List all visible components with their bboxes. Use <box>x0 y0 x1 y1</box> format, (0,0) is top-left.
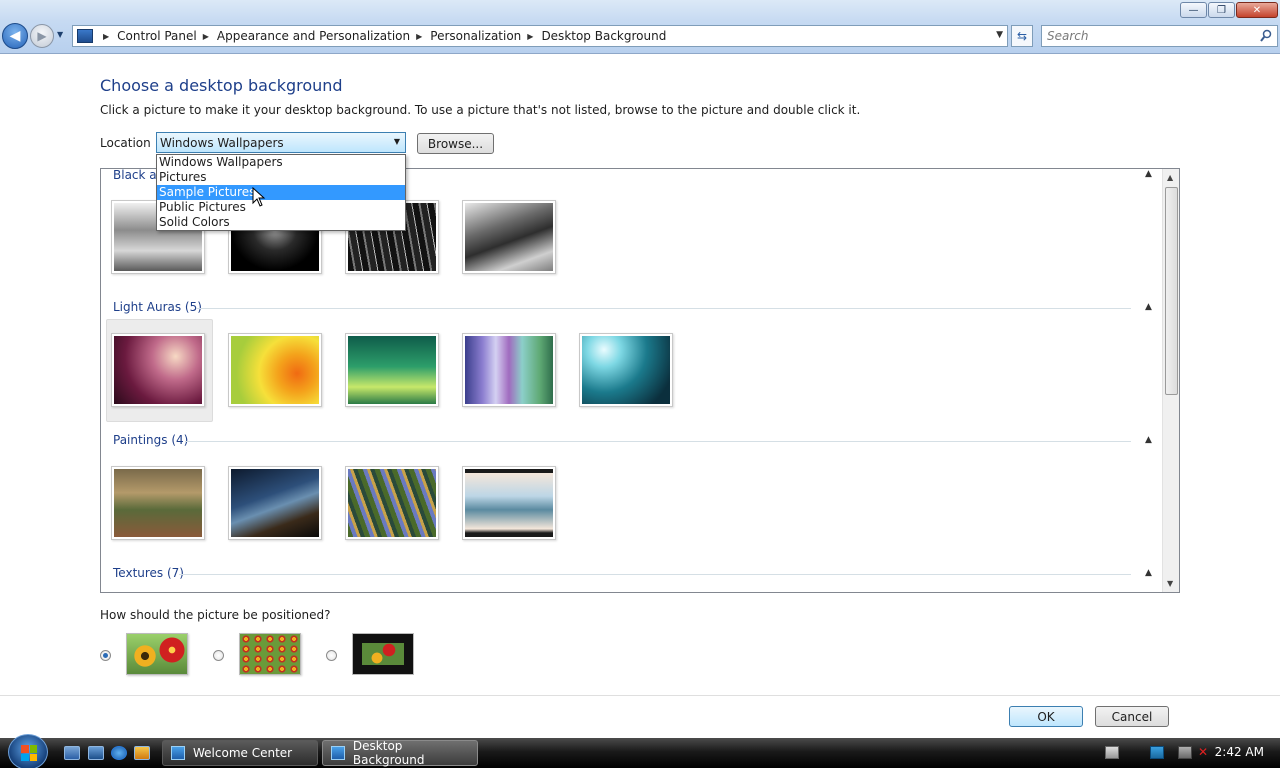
group-header-light-auras[interactable]: Light Auras (5) <box>113 300 202 314</box>
wallpaper-thumbnail[interactable] <box>111 466 205 540</box>
media-player-icon[interactable] <box>134 746 150 760</box>
wallpaper-thumbnail[interactable] <box>462 466 556 540</box>
arrow-right-icon: ▶ <box>37 29 47 43</box>
group-divider <box>179 574 1131 575</box>
refresh-button[interactable]: ⇆ <box>1011 25 1033 47</box>
ok-button[interactable]: OK <box>1009 706 1083 727</box>
cancel-button[interactable]: Cancel <box>1095 706 1169 727</box>
task-label: Welcome Center <box>193 746 293 760</box>
position-fit-radio[interactable] <box>100 650 111 661</box>
start-button[interactable] <box>8 734 48 768</box>
network-icon[interactable] <box>1178 746 1192 759</box>
group-divider <box>185 441 1131 442</box>
location-label: Location <box>100 136 151 150</box>
group-divider <box>196 308 1131 309</box>
taskbar-item-welcome-center[interactable]: Welcome Center <box>162 740 318 766</box>
task-label: Desktop Background <box>352 739 425 767</box>
breadcrumb-separator-icon[interactable]: ▶ <box>416 32 422 41</box>
main-content: Choose a desktop background Click a pict… <box>0 55 1280 727</box>
collapse-arrow-icon[interactable]: ▲ <box>1145 169 1152 179</box>
breadcrumb-separator-icon[interactable]: ▶ <box>103 32 109 41</box>
close-button[interactable]: ✕ <box>1236 2 1278 18</box>
browse-button[interactable]: Browse... <box>417 133 494 154</box>
breadcrumb-personalization[interactable]: Personalization <box>430 29 521 43</box>
scroll-down-icon[interactable]: ▼ <box>1167 579 1173 588</box>
dropdown-option-windows-wallpapers[interactable]: Windows Wallpapers <box>157 155 405 170</box>
forward-button[interactable]: ▶ <box>30 24 54 48</box>
breadcrumb-separator-icon[interactable]: ▶ <box>527 32 533 41</box>
volume-muted-icon[interactable]: ✕ <box>1198 746 1212 759</box>
control-panel-icon <box>77 29 93 43</box>
address-bar[interactable]: ▶ Control Panel ▶ Appearance and Persona… <box>72 25 1008 47</box>
wallpaper-thumbnail[interactable] <box>579 333 673 407</box>
group-label: Light Auras (5) <box>113 300 202 314</box>
taskbar: Welcome Center Desktop Background ✕ 2:42… <box>0 734 1280 768</box>
windows-logo-icon <box>21 745 37 761</box>
switch-windows-icon[interactable] <box>88 746 104 760</box>
mouse-cursor-icon <box>252 187 266 207</box>
arrow-left-icon: ◀ <box>9 28 21 44</box>
window-controls: — ❐ ✕ <box>1180 2 1278 18</box>
chevron-down-icon[interactable]: ▼ <box>394 137 400 146</box>
position-fit-preview[interactable] <box>126 633 188 675</box>
search-box[interactable]: Search <box>1041 25 1278 47</box>
group-label: Paintings (4) <box>113 433 189 447</box>
wallpaper-thumbnail[interactable] <box>111 333 205 407</box>
dropdown-option-public-pictures[interactable]: Public Pictures <box>157 200 405 215</box>
collapse-arrow-icon[interactable]: ▲ <box>1145 435 1152 445</box>
page-description: Click a picture to make it your desktop … <box>100 103 861 117</box>
group-header-textures[interactable]: Textures (7) <box>113 566 184 580</box>
position-tile-radio[interactable] <box>213 650 224 661</box>
position-center-radio[interactable] <box>326 650 337 661</box>
location-select[interactable]: Windows Wallpapers ▼ <box>156 132 406 153</box>
scrollbar-thumb[interactable] <box>1165 187 1178 395</box>
dropdown-option-sample-pictures[interactable]: Sample Pictures <box>157 185 405 200</box>
breadcrumb-separator-icon[interactable]: ▶ <box>203 32 209 41</box>
keyboard-icon[interactable] <box>1105 746 1119 759</box>
control-panel-icon <box>331 746 345 760</box>
show-desktop-icon[interactable] <box>64 746 80 760</box>
scroll-up-icon[interactable]: ▲ <box>1167 173 1173 182</box>
group-header-paintings[interactable]: Paintings (4) <box>113 433 188 447</box>
page-title: Choose a desktop background <box>100 76 343 95</box>
address-dropdown-icon[interactable]: ▼ <box>996 30 1003 40</box>
wallpaper-thumbnail[interactable] <box>462 333 556 407</box>
vertical-scrollbar[interactable]: ▲ ▼ <box>1162 169 1179 592</box>
welcome-center-icon <box>171 746 185 760</box>
wallpaper-thumbnail[interactable] <box>462 200 556 274</box>
breadcrumb-appearance[interactable]: Appearance and Personalization <box>217 29 410 43</box>
breadcrumb-control-panel[interactable]: Control Panel <box>117 29 197 43</box>
wallpaper-thumbnail[interactable] <box>345 466 439 540</box>
breadcrumb-desktop-background[interactable]: Desktop Background <box>541 29 666 43</box>
position-tile-preview[interactable] <box>239 633 301 675</box>
windows-sidebar-icon[interactable] <box>1150 746 1164 759</box>
location-dropdown-list: Windows Wallpapers Pictures Sample Pictu… <box>156 154 406 231</box>
wallpaper-thumbnail[interactable] <box>228 466 322 540</box>
wallpaper-thumbnail[interactable] <box>345 333 439 407</box>
search-placeholder: Search <box>1047 29 1089 43</box>
position-question: How should the picture be positioned? <box>100 608 331 622</box>
recent-pages-dropdown[interactable]: ▼ <box>57 30 63 39</box>
collapse-arrow-icon[interactable]: ▲ <box>1145 302 1152 312</box>
maximize-button[interactable]: ❐ <box>1208 2 1235 18</box>
wallpaper-thumbnail[interactable] <box>228 333 322 407</box>
minimize-button[interactable]: — <box>1180 2 1207 18</box>
group-label: Textures (7) <box>113 566 184 580</box>
wallpaper-picker: Black an ▲ Light Auras (5) ▲ Paintings (… <box>100 168 1180 593</box>
back-button[interactable]: ◀ <box>2 23 28 49</box>
dropdown-option-pictures[interactable]: Pictures <box>157 170 405 185</box>
position-center-preview[interactable] <box>352 633 414 675</box>
search-icon[interactable] <box>1260 29 1272 43</box>
window-titlebar: — ❐ ✕ ◀ ▶ ▼ ▶ Control Panel ▶ Appearance… <box>0 0 1280 54</box>
dropdown-option-solid-colors[interactable]: Solid Colors <box>157 215 405 230</box>
refresh-icon: ⇆ <box>1016 29 1028 43</box>
collapse-arrow-icon[interactable]: ▲ <box>1145 568 1152 578</box>
footer-divider <box>0 695 1280 696</box>
system-clock[interactable]: 2:42 AM <box>1215 745 1264 759</box>
location-select-value: Windows Wallpapers <box>160 135 284 150</box>
taskbar-item-desktop-background[interactable]: Desktop Background <box>322 739 478 767</box>
internet-explorer-icon[interactable] <box>111 746 127 760</box>
